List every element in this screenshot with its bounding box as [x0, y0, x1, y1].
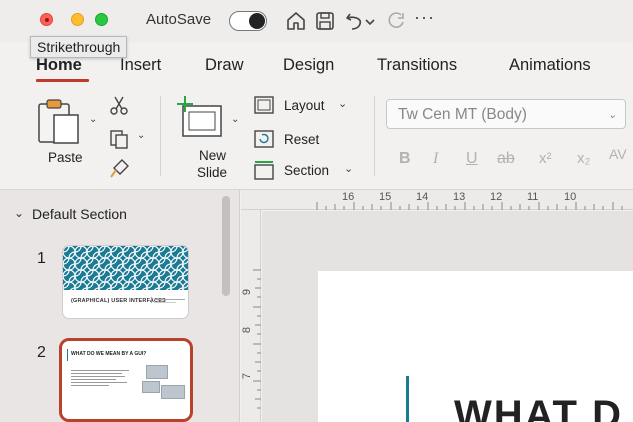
paste-label: Paste	[48, 150, 83, 165]
cut-icon[interactable]	[108, 94, 130, 116]
slide-thumbnail-1[interactable]: (GRAPHICAL) USER INTERFACES	[63, 246, 188, 318]
vertical-ruler: 9 8 7	[241, 210, 261, 422]
ruler-label: 11	[527, 191, 539, 203]
thumbnail-subtitle-1	[151, 297, 185, 303]
thumbnail-image	[142, 381, 160, 393]
strikethrough-button[interactable]: ab	[497, 150, 515, 168]
thumbnail-image	[146, 365, 168, 379]
paste-dropdown-icon[interactable]: ⌄	[89, 114, 97, 125]
section-dropdown-icon[interactable]: ⌄	[344, 162, 353, 175]
redo-icon[interactable]	[384, 9, 408, 33]
slide-number-2: 2	[37, 344, 46, 361]
new-slide-dropdown-icon[interactable]: ⌄	[231, 114, 239, 125]
close-window-button[interactable]	[40, 13, 53, 26]
superscript-button[interactable]: x²	[539, 150, 552, 167]
ribbon: ⌄ Paste ⌄ ⌄ New Slide Layout ⌄ Reset Sec…	[0, 86, 633, 190]
ruler-label: 9	[241, 288, 254, 296]
ruler-label: 16	[342, 191, 355, 203]
new-slide-label-2: Slide	[197, 165, 228, 180]
format-painter-icon[interactable]	[108, 156, 132, 180]
character-spacing-button[interactable]: AV	[609, 146, 627, 162]
new-slide-label-1: New	[199, 148, 227, 163]
horizontal-ruler: 16 15 14 13 12 11 10	[241, 190, 633, 210]
ruler-label: 7	[241, 372, 254, 380]
paste-icon[interactable]	[36, 96, 86, 146]
layout-button[interactable]: Layout	[284, 98, 325, 113]
tab-animations[interactable]: Animations	[509, 56, 591, 75]
ruler-label: 13	[453, 191, 466, 203]
slide-thumbnail-2[interactable]: WHAT DO WE MEAN BY A GUI?	[59, 338, 193, 422]
thumbnails-scrollbar[interactable]	[222, 196, 230, 296]
home-icon[interactable]	[284, 9, 308, 33]
ruler-label: 10	[564, 191, 577, 203]
more-icon[interactable]: ···	[414, 7, 438, 31]
ruler-label: 15	[379, 191, 392, 203]
ruler-label: 14	[416, 191, 429, 203]
thumbnail-title-2: WHAT DO WE MEAN BY A GUI?	[71, 351, 147, 357]
thumbnail-pattern	[63, 246, 188, 290]
tab-home[interactable]: Home	[36, 56, 82, 75]
italic-button[interactable]: I	[433, 150, 438, 168]
layout-dropdown-icon[interactable]: ⌄	[338, 97, 347, 110]
tab-insert[interactable]: Insert	[120, 56, 161, 75]
tab-transitions[interactable]: Transitions	[377, 56, 457, 75]
autosave-toggle[interactable]	[229, 11, 267, 31]
underline-button[interactable]: U	[466, 150, 478, 168]
tab-draw[interactable]: Draw	[205, 56, 244, 75]
copy-dropdown-icon[interactable]: ⌄	[137, 130, 145, 141]
section-collapse-icon[interactable]: ⌄	[14, 206, 24, 220]
thumbnail-image	[161, 385, 185, 399]
active-tab-indicator	[36, 79, 89, 82]
thumbnail-body-2	[71, 368, 135, 388]
section-icon[interactable]	[254, 160, 274, 180]
reset-button[interactable]: Reset	[284, 132, 319, 147]
new-slide-icon[interactable]	[175, 94, 225, 142]
zoom-window-button[interactable]	[95, 13, 108, 26]
autosave-label: AutoSave	[146, 11, 212, 28]
section-header[interactable]: Default Section	[32, 206, 127, 222]
tab-design[interactable]: Design	[283, 56, 334, 75]
undo-dropdown-icon[interactable]	[364, 9, 376, 33]
ruler-label: 12	[490, 191, 503, 203]
subscript-button[interactable]: x₂	[577, 150, 590, 167]
layout-icon[interactable]	[254, 96, 274, 114]
slide-accent-bar	[406, 376, 409, 422]
ruler-label: 8	[241, 326, 254, 334]
copy-icon[interactable]	[108, 128, 130, 150]
reset-icon[interactable]	[254, 130, 274, 148]
slide-title[interactable]: WHAT D	[454, 393, 623, 422]
font-name-select[interactable]: Tw Cen MT (Body) ⌄	[386, 99, 626, 129]
section-button[interactable]: Section	[284, 163, 329, 178]
slide-number-1: 1	[37, 250, 46, 267]
save-icon[interactable]	[313, 9, 337, 33]
minimize-window-button[interactable]	[71, 13, 84, 26]
font-dropdown-icon[interactable]: ⌄	[608, 108, 617, 121]
strikethrough-tooltip: Strikethrough	[30, 36, 128, 58]
bold-button[interactable]: B	[399, 150, 411, 168]
font-name-value: Tw Cen MT (Body)	[398, 106, 527, 123]
